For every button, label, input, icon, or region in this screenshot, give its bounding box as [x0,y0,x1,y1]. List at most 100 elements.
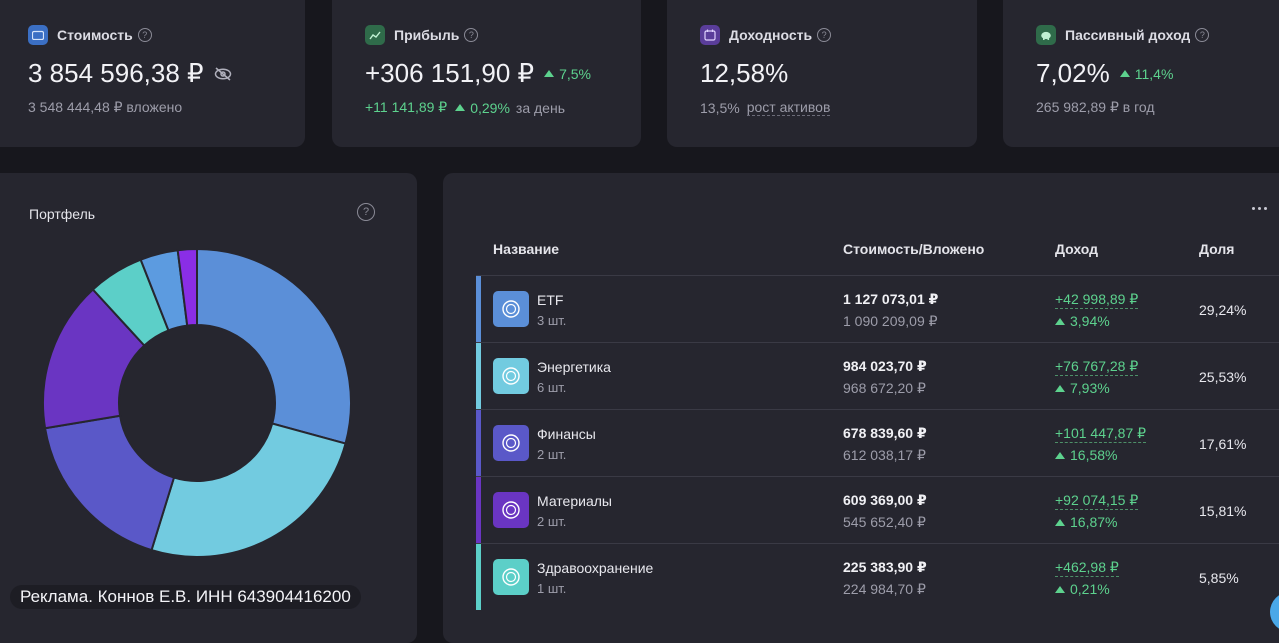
row-quantity: 2 шт. [537,447,567,462]
daily-suffix: за день [515,99,565,116]
donut-slice-2[interactable] [43,414,176,552]
stat-title: Прибыль [394,27,460,43]
row-invested: 545 652,40 ₽ [843,514,926,530]
portfolio-donut-chart [42,247,352,558]
column-header-share[interactable]: Доля [1199,241,1234,257]
table-row[interactable]: Финансы 2 шт. 678 839,60 ₽ 612 038,17 ₽ +101… [476,409,1279,476]
row-value: 1 127 073,01 ₽ [843,291,939,307]
column-header-name[interactable]: Название [493,241,559,257]
row-income[interactable]: +462,98 ₽ [1055,559,1119,577]
donut-slice-0[interactable] [196,247,352,445]
donut-slice-1[interactable] [150,422,347,558]
stat-title-row: Доходность ? [700,25,832,45]
row-quantity: 1 шт. [537,581,567,596]
asset-growth-link[interactable]: рост активов [746,99,831,116]
stat-card-value: Стоимость ? 3 854 596,38 ₽ 3 548 444,48 … [0,0,305,147]
help-icon[interactable]: ? [137,28,152,42]
row-name[interactable]: Материалы [537,493,612,509]
help-icon[interactable]: ? [1195,28,1210,42]
table-row[interactable]: ETF 3 шт. 1 127 073,01 ₽ 1 090 209,09 ₽ +42 … [476,275,1279,342]
row-income-pct: 7,93% [1055,380,1110,396]
stat-title-row: Пассивный доход ? [1036,25,1210,45]
row-color-bar [476,276,481,342]
stat-value-row: +306 151,90 ₽ 7,5% [365,58,591,89]
row-share: 25,53% [1199,369,1247,385]
calendar-icon [700,25,720,45]
wallet-icon [28,25,48,45]
daily-change: +11 141,89 ₽ 0,29% за день [365,99,565,116]
row-income-pct: 16,58% [1055,447,1117,463]
row-income[interactable]: +42 998,89 ₽ [1055,291,1139,309]
stat-title: Стоимость [57,27,133,43]
sector-icon [493,425,529,461]
arrow-up-icon [1055,585,1065,593]
row-income[interactable]: +101 447,87 ₽ [1055,425,1147,443]
row-income[interactable]: +76 767,28 ₽ [1055,358,1139,376]
arrow-up-icon [1055,384,1065,392]
row-name[interactable]: Здравоохранение [537,560,653,576]
row-share: 17,61% [1199,436,1247,452]
stat-value-row: 3 854 596,38 ₽ [28,58,232,89]
row-name[interactable]: ETF [537,292,563,308]
row-value: 984 023,70 ₽ [843,358,927,374]
row-quantity: 2 шт. [537,514,567,529]
profit-value: +306 151,90 ₽ [365,58,535,88]
row-income-pct: 3,94% [1055,313,1110,329]
sector-icon [493,358,529,394]
sector-icon [493,559,529,595]
row-name[interactable]: Энергетика [537,359,611,375]
row-value: 225 383,90 ₽ [843,559,927,575]
stat-card-yield: Доходность ? 12,58% 13,5% рост активов [667,0,977,147]
stat-card-profit: Прибыль ? +306 151,90 ₽ 7,5% +11 141,89 … [332,0,641,147]
profit-change-text: 7,5% [559,65,591,82]
row-invested: 968 672,20 ₽ [843,380,926,396]
passive-income-change: 11,4% [1119,66,1173,82]
daily-pct-text: 0,29% [470,99,510,116]
table-row[interactable]: Материалы 2 шт. 609 369,00 ₽ 545 652,40 ₽ +9… [476,476,1279,543]
stat-card-passive-income: Пассивный доход ? 7,02% 11,4% 265 982,89… [1003,0,1279,147]
column-header-income[interactable]: Доход [1055,241,1098,257]
sector-icon [493,492,529,528]
daily-pct: 0,29% [455,100,510,116]
row-value: 609 369,00 ₽ [843,492,927,508]
arrow-up-icon [1119,70,1130,77]
stat-value-row: 7,02% 11,4% [1036,58,1173,89]
table-row[interactable]: Здравоохранение 1 шт. 225 383,90 ₽ 224 984,… [476,543,1279,610]
help-icon[interactable]: ? [357,203,375,221]
stat-title: Пассивный доход [1065,27,1191,43]
row-share: 15,81% [1199,503,1247,519]
row-income-pct-text: 16,58% [1070,447,1118,463]
arrow-up-icon [544,70,555,77]
eye-off-icon[interactable] [214,66,232,81]
row-color-bar [476,343,481,409]
row-color-bar [476,544,481,610]
row-color-bar [476,477,481,543]
row-share: 29,24% [1199,302,1247,318]
row-income[interactable]: +92 074,15 ₽ [1055,492,1139,510]
help-icon[interactable]: ? [817,28,832,42]
invested-total: 3 548 444,48 ₽ вложено [28,99,183,115]
row-share: 5,85% [1199,570,1239,586]
row-income-pct: 16,87% [1055,514,1117,530]
table-row[interactable]: Энергетика 6 шт. 984 023,70 ₽ 968 672,20 ₽ +… [476,342,1279,409]
row-invested: 1 090 209,09 ₽ [843,313,938,329]
row-income-pct-text: 3,94% [1070,313,1110,329]
row-color-bar [476,410,481,476]
column-header-value[interactable]: Стоимость/Вложено [843,241,984,257]
row-income-pct-text: 7,93% [1070,380,1110,396]
asset-growth-pct: 13,5% [700,99,740,116]
portfolio-title: Портфель [29,206,96,222]
arrow-up-icon [1055,518,1065,526]
row-income-pct-text: 0,21% [1070,581,1110,597]
more-menu-icon[interactable] [1252,207,1267,210]
row-quantity: 6 шт. [537,380,567,395]
passive-income-year: 265 982,89 ₽ в год [1036,99,1155,115]
profit-change: 7,5% [544,66,591,82]
row-invested: 224 984,70 ₽ [843,581,926,597]
row-income-pct: 0,21% [1055,581,1110,597]
sector-icon [493,291,529,327]
arrow-up-icon [455,104,466,111]
row-name[interactable]: Финансы [537,426,596,442]
yield-sub: 13,5% рост активов [700,99,831,116]
help-icon[interactable]: ? [464,28,479,42]
